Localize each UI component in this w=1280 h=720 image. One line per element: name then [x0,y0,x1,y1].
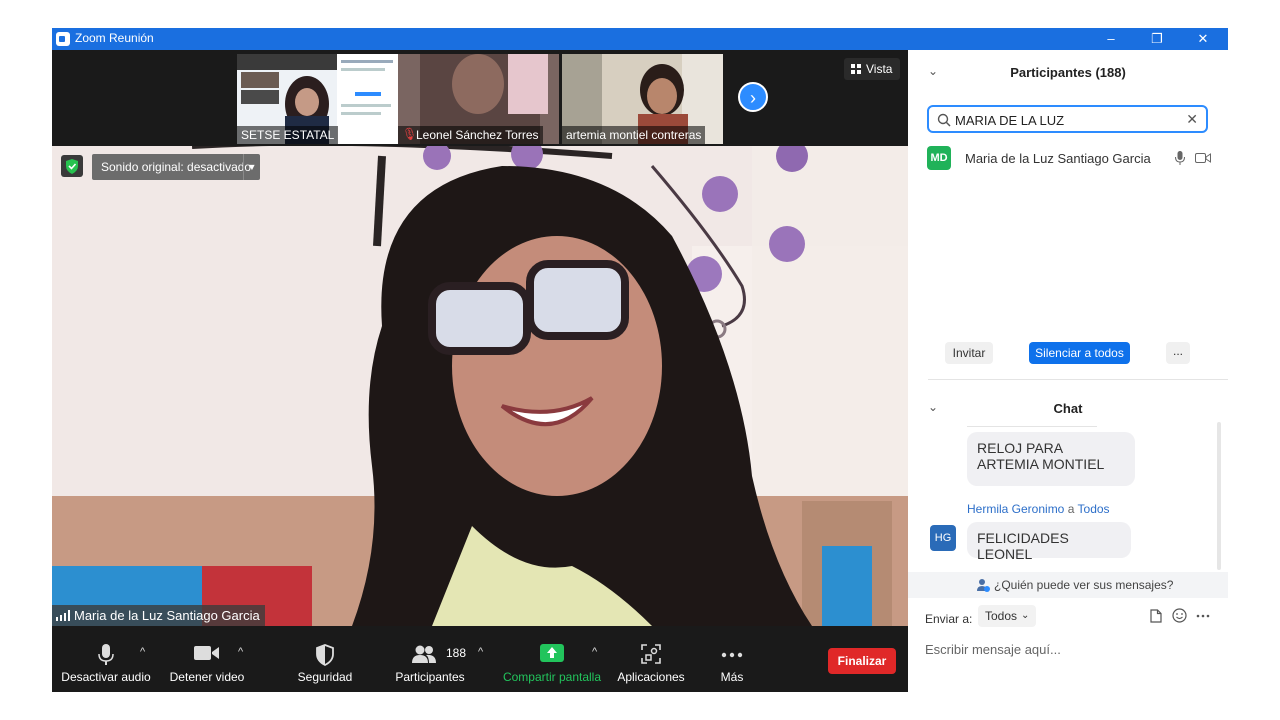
share-screen-button[interactable]: Compartir pantalla [500,626,604,692]
chat-title: Chat [1053,401,1083,416]
window-title: Zoom Reunión [75,31,154,45]
search-icon [937,113,951,127]
apps-label: Aplicaciones [617,670,685,684]
view-label: Vista [866,62,893,76]
shield-icon [66,159,78,174]
chat-message: FELICIDADES LEONEL [967,522,1131,562]
thumbnail-name: SETSE ESTATAL [237,126,339,144]
signal-strength-icon [56,610,70,621]
more-dots-icon [721,652,743,658]
active-speaker-video: Sonido original: desactivado ▼ Maria de … [52,146,908,626]
avatar: MD [927,146,951,170]
thumbnail-name-text: Leonel Sánchez Torres [416,128,539,142]
share-options-caret-icon[interactable]: ^ [592,646,597,658]
sender-connector: a [1067,502,1075,516]
participants-count: 188 [446,646,467,660]
send-to-label: Enviar a: [925,612,973,626]
participant-search-input[interactable]: MARIA DE LA LUZ ✕ [927,105,1208,133]
close-window-button[interactable]: ✕ [1180,28,1226,50]
microphone-icon[interactable] [1175,151,1185,165]
recipient-name[interactable]: Todos [1078,502,1110,516]
chat-scrollbar[interactable] [1217,422,1221,570]
thumbnail-name: 🎙 Leonel Sánchez Torres [398,126,543,144]
who-can-see-link[interactable]: ¿Quién puede ver sus mensajes? [908,572,1228,598]
apps-icon [641,644,661,664]
person-info-icon [977,579,990,592]
microphone-icon [98,644,114,665]
speaker-name-tag: Maria de la Luz Santiago Garcia [52,605,265,626]
encryption-shield-icon[interactable] [61,155,83,177]
next-page-button[interactable]: › [738,82,768,112]
emoji-icon[interactable] [1172,608,1187,623]
mute-all-button[interactable]: Silenciar a todos [1029,342,1130,364]
speaker-video-image [52,146,908,626]
share-screen-label: Compartir pantalla [502,670,602,684]
send-to-value: Todos [985,609,1018,623]
message-sender-line: Hermila Geronimo a Todos [967,502,1110,516]
video-options-caret-icon[interactable]: ^ [238,646,243,658]
video-camera-icon[interactable] [1195,152,1211,164]
participant-thumbnail[interactable]: artemia montiel contreras [562,54,723,144]
mute-audio-label: Desactivar audio [61,670,151,684]
more-options-icon[interactable] [1196,614,1210,618]
stop-video-button[interactable]: Detener video [164,626,250,692]
participants-button[interactable]: 188 Participantes [390,626,470,692]
thumbnail-name: artemia montiel contreras [562,126,706,144]
title-bar: Zoom Reunión – ❐ ✕ [52,28,1228,50]
search-value: MARIA DE LA LUZ [955,113,1065,128]
chat-message: RELOJ PARA ARTEMIA MONTIEL [967,432,1135,486]
zoom-app-icon [56,32,70,46]
file-icon[interactable] [1149,609,1163,623]
chat-message-input[interactable]: Escribir mensaje aquí... [925,642,1061,657]
participant-thumbnail[interactable]: SETSE ESTATAL [237,54,398,144]
chat-messages: RELOJ PARA ARTEMIA MONTIEL Hermila Geron… [908,422,1228,572]
invite-button[interactable]: Invitar [945,342,993,364]
avatar: HG [930,525,956,551]
participants-label: Participantes [395,670,465,684]
participant-name: Maria de la Luz Santiago Garcia [965,151,1151,166]
participants-header: ⌄ Participantes (188) [908,50,1228,94]
speaker-name: Maria de la Luz Santiago Garcia [74,608,260,623]
security-shield-icon [316,644,334,666]
view-button[interactable]: Vista [844,58,900,80]
divider [928,379,1228,380]
stop-video-label: Detener video [169,670,245,684]
audio-options-caret-icon[interactable]: ^ [140,646,145,658]
restore-button[interactable]: ❐ [1134,28,1180,50]
muted-mic-icon: 🎙 [402,127,418,141]
clear-search-icon[interactable]: ✕ [1186,111,1198,128]
more-button[interactable]: Más [702,626,762,692]
participant-thumbnail[interactable]: 🎙 Leonel Sánchez Torres [398,54,559,144]
participants-options-caret-icon[interactable]: ^ [478,646,483,658]
apps-button[interactable]: Aplicaciones [614,626,688,692]
original-sound-button[interactable]: Sonido original: desactivado ▼ [92,154,260,180]
mute-audio-button[interactable]: Desactivar audio [58,626,154,692]
participants-more-button[interactable]: ... [1166,342,1190,364]
video-area: SETSE ESTATAL 🎙 Leonel Sánchez Torres ar… [52,50,908,626]
share-screen-icon [540,644,564,662]
side-panel: ⌄ Participantes (188) MARIA DE LA LUZ ✕ … [908,50,1228,692]
chevron-down-icon[interactable]: ▼ [243,154,260,180]
divider [967,426,1097,427]
minimize-button[interactable]: – [1088,28,1134,50]
grid-view-icon [851,64,861,74]
send-to-dropdown[interactable]: Todos ⌄ [978,605,1036,627]
chevron-down-icon: ⌄ [1021,610,1030,621]
participants-title: Participantes (188) [1010,65,1126,80]
security-label: Seguridad [297,670,353,684]
meeting-toolbar: Desactivar audio ^ Detener video ^ Segur… [52,626,908,692]
participants-icon [412,645,436,663]
more-label: Más [720,670,744,684]
security-button[interactable]: Seguridad [288,626,362,692]
participant-row[interactable]: MD Maria de la Luz Santiago Garcia [927,146,1217,170]
sender-name[interactable]: Hermila Geronimo [967,502,1064,516]
who-can-see-text: ¿Quién puede ver sus mensajes? [994,578,1174,592]
original-sound-label: Sonido original: desactivado [101,160,252,174]
zoom-window: Zoom Reunión – ❐ ✕ SETSE ESTATAL 🎙 Leone… [52,28,1228,692]
thumbnail-strip: SETSE ESTATAL 🎙 Leonel Sánchez Torres ar… [52,50,908,146]
video-camera-icon [194,646,219,660]
end-meeting-button[interactable]: Finalizar [828,648,896,674]
